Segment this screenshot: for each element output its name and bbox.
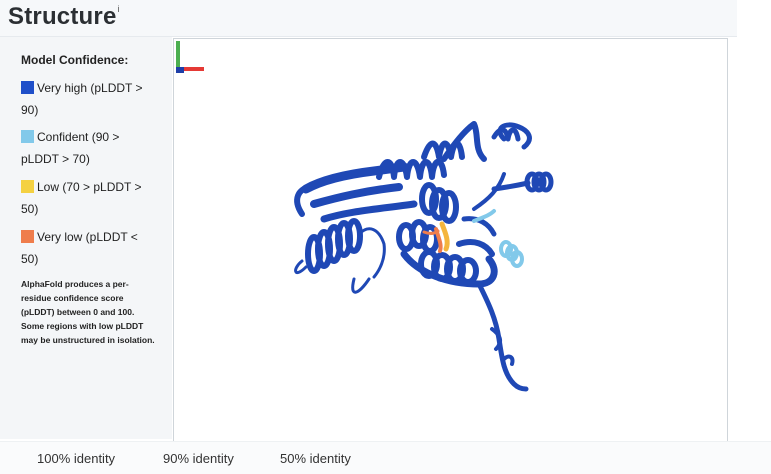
legend-label-cont: 50) [21,252,39,266]
orientation-axes-icon [176,41,204,73]
legend-item-confident: Confident (90 > pLDDT > 70) [21,126,161,170]
alpha-helix [305,218,363,274]
beta-strand [310,183,403,208]
very-low-swatch [21,230,34,243]
legend-label: Confident (90 > [37,130,120,144]
note-line: Some regions with low pLDDT [21,321,144,331]
c-terminal-tail [476,281,529,392]
section-title: Structurei [8,3,120,31]
section-title-text: Structure [8,3,117,30]
legend-label-cont: 90) [21,103,39,117]
beta-strand [456,239,495,257]
legend-label: Low (70 > pLDDT > [37,180,142,194]
structure-3d-viewer[interactable] [173,38,728,442]
loop [351,277,371,294]
protein-structure-render[interactable] [174,39,727,441]
very-high-swatch [21,81,34,94]
legend-item-low: Low (70 > pLDDT > 50) [21,176,161,220]
confidence-legend-panel: Model Confidence: Very high (pLDDT > 90)… [0,37,172,439]
legend-label: Very high (pLDDT > [37,81,143,95]
identity-filter-bar [0,441,771,474]
legend-title: Model Confidence: [21,53,129,67]
note-line: may be unstructured in isolation. [21,335,155,345]
note-line: residue confidence score [21,293,124,303]
note-line: (pLDDT) between 0 and 100. [21,307,135,317]
identity-90-option[interactable]: 90% identity [163,451,234,466]
identity-100-option[interactable]: 100% identity [37,451,115,466]
legend-label-cont: 50) [21,202,39,216]
legend-label: Very low (pLDDT < [37,230,138,244]
loop [294,259,308,274]
beta-strand [320,200,418,223]
legend-item-very-high: Very high (pLDDT > 90) [21,77,161,121]
confident-swatch [21,130,34,143]
low-swatch [21,180,34,193]
note-line: AlphaFold produces a per- [21,279,129,289]
pLDDT-explanation-note: AlphaFold produces a per- residue confid… [21,277,169,347]
alpha-helix [491,127,521,142]
section-header: Structurei [0,0,737,37]
legend-label-cont: pLDDT > 70) [21,152,90,166]
identity-50-option[interactable]: 50% identity [280,451,351,466]
confident-region [472,209,524,268]
legend-item-very-low: Very low (pLDDT < 50) [21,226,161,270]
info-icon[interactable]: i [118,4,120,14]
loop [472,172,506,211]
